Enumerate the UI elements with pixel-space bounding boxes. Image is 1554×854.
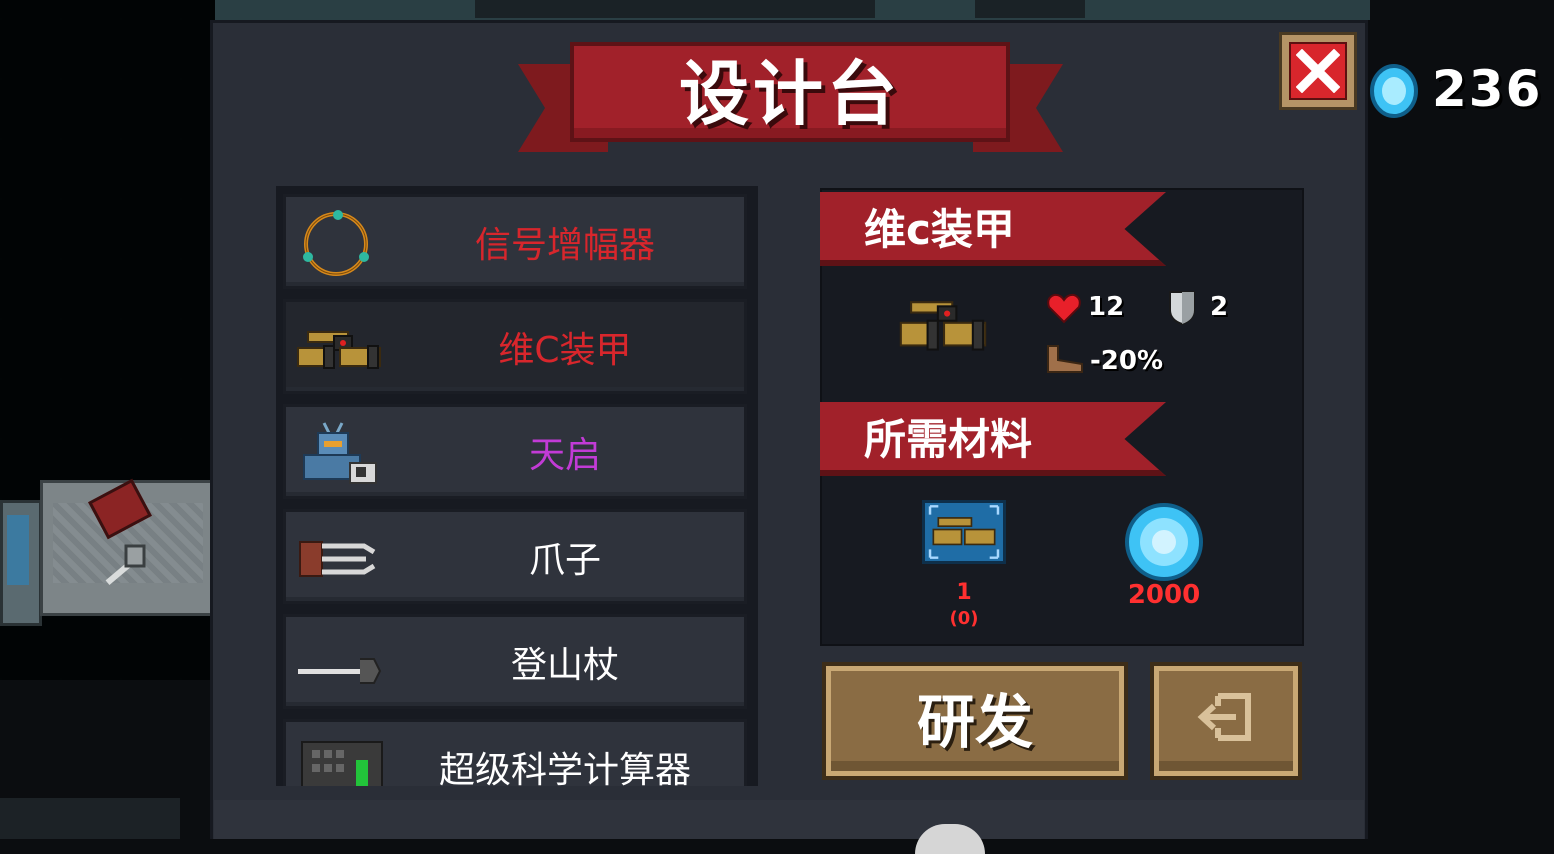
hp-value: 12 (1088, 292, 1125, 322)
dialog-footer (214, 800, 1364, 839)
list-item[interactable]: 爪子 (283, 509, 747, 604)
list-item[interactable]: 维C装甲 (283, 299, 747, 394)
monitor-prop (0, 500, 42, 626)
list-item[interactable]: 天启 (283, 404, 747, 499)
close-icon (1289, 42, 1347, 100)
list-item-label: 登山杖 (510, 644, 619, 686)
list-item-label: 维C装甲 (498, 329, 632, 371)
exit-button[interactable] (1150, 662, 1302, 780)
gem-icon (1125, 503, 1203, 581)
close-button[interactable] (1279, 32, 1357, 110)
claw-icon (299, 541, 376, 577)
armor-icon (899, 301, 987, 351)
list-item-label: 爪子 (528, 539, 601, 581)
materials-header: 所需材料 (864, 414, 1033, 464)
wall-shadow (475, 0, 875, 18)
shield-icon (1169, 291, 1195, 326)
list-item-label: 信号增幅器 (474, 224, 655, 266)
boot-icon (1047, 345, 1083, 373)
list-item[interactable]: 信号增幅器 (283, 194, 747, 289)
title-banner: 设计台 (518, 42, 1063, 162)
list-item-label: 超级科学计算器 (438, 749, 691, 787)
list-item[interactable]: 登山杖 (283, 614, 747, 709)
page-title: 设计台 (679, 52, 901, 135)
speed-value: -20% (1090, 346, 1164, 376)
item-name: 维c装甲 (864, 204, 1015, 254)
craft-button[interactable]: 研发 (822, 662, 1128, 780)
blueprint-icon (922, 500, 1006, 564)
gem-cost: 2000 (1127, 580, 1201, 610)
hammer-icon (105, 544, 146, 585)
material-owned: (0) (949, 608, 979, 629)
list-item[interactable]: 超级科学计算器 (283, 719, 747, 786)
wall-shadow (975, 0, 1085, 18)
craft-button-label: 研发 (916, 688, 1033, 756)
mech-icon (303, 422, 377, 484)
material-quantity: 1 (956, 580, 972, 605)
armor-value: 2 (1210, 292, 1229, 322)
item-name-ribbon: 维c装甲 (820, 192, 1166, 266)
exit-icon (1154, 666, 1298, 768)
list-item-label: 天启 (528, 434, 601, 476)
gem-icon (1370, 64, 1418, 118)
heart-icon (1047, 293, 1081, 324)
staff-icon (298, 658, 382, 684)
blueprint-list[interactable]: 信号增幅器 维C装甲 天启 爪子 登山杖 超级科学计算器 (276, 186, 758, 786)
ring-icon (303, 210, 369, 276)
calculator-icon (301, 741, 383, 786)
floor-shadow (0, 798, 180, 839)
gem-count: 236 (1432, 60, 1543, 118)
materials-ribbon: 所需材料 (820, 402, 1166, 476)
armor-icon (297, 331, 381, 369)
